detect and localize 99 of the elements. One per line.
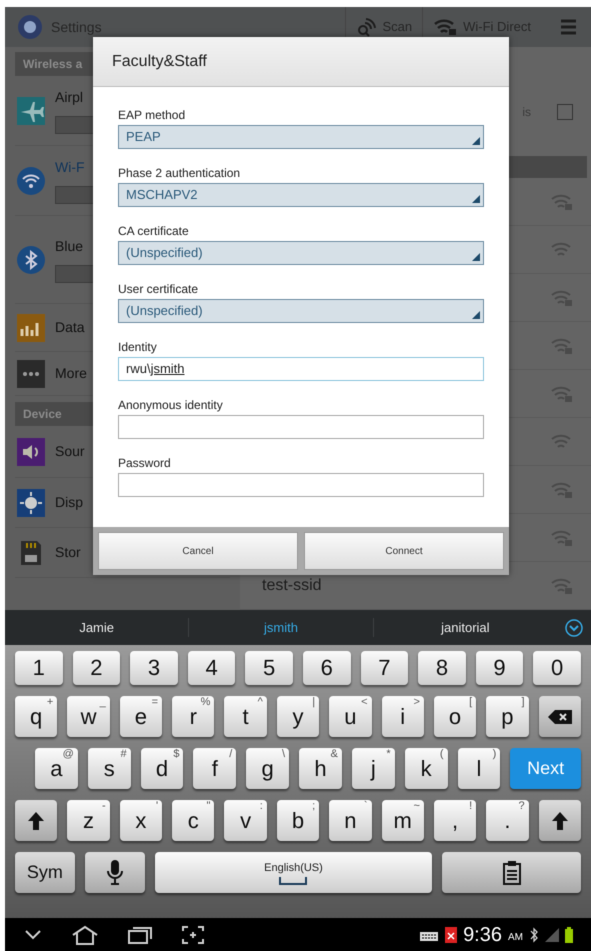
dialog-button[interactable]: Cancel: [98, 532, 298, 570]
input-field[interactable]: rwu\jsmith: [118, 357, 484, 381]
dropdown[interactable]: (Unspecified): [118, 241, 484, 265]
clock-time: 9:36: [463, 922, 502, 948]
dropdown-arrow-icon: [472, 253, 480, 261]
speaker-icon: [17, 438, 45, 466]
shift-arrow-icon: [552, 812, 568, 830]
chevron-down-icon[interactable]: [23, 928, 43, 942]
section-header: Device: [23, 406, 62, 423]
key[interactable]: 2: [72, 651, 120, 685]
checkbox[interactable]: [557, 104, 573, 120]
key[interactable]: 1: [15, 651, 63, 685]
microphone-icon: [106, 860, 123, 886]
key[interactable]: c ": [172, 800, 214, 841]
shift-arrow-icon: [28, 812, 44, 830]
key[interactable]: z -: [67, 800, 110, 841]
suggestion[interactable]: jsmith: [264, 618, 298, 638]
key[interactable]: f /: [193, 748, 236, 789]
section-header: Wireless a: [23, 56, 82, 73]
backspace-key[interactable]: [538, 696, 581, 737]
key[interactable]: t ^: [224, 696, 267, 737]
key[interactable]: 5: [245, 651, 293, 685]
screenshot-icon[interactable]: [181, 924, 205, 944]
key[interactable]: l ): [458, 748, 500, 789]
bluetooth-icon: [529, 926, 539, 942]
field-label: Phase 2 authentication: [118, 165, 240, 182]
dropdown[interactable]: PEAP: [118, 125, 484, 149]
space-bar-icon: [279, 876, 308, 885]
signal-icon: [545, 928, 559, 942]
clipboard-key[interactable]: [442, 852, 581, 893]
wifi-direct-icon: [433, 18, 458, 36]
key[interactable]: j *: [352, 748, 395, 789]
key[interactable]: n `: [329, 800, 372, 841]
key[interactable]: 7: [360, 651, 408, 685]
dropdown-arrow-icon: [472, 195, 480, 203]
more-icon: [17, 360, 45, 388]
key[interactable]: 3: [130, 651, 178, 685]
shift-key[interactable]: [538, 800, 581, 841]
field-label: Password: [118, 455, 171, 472]
key[interactable]: k (: [404, 748, 448, 789]
symbols-key[interactable]: Sym: [15, 852, 75, 893]
wifi-icon: [17, 166, 45, 194]
key[interactable]: q +: [15, 696, 58, 737]
key[interactable]: a @: [35, 748, 78, 789]
key[interactable]: p ]: [486, 696, 529, 737]
key[interactable]: 6: [302, 651, 351, 685]
home-icon[interactable]: [71, 924, 99, 944]
key[interactable]: v :: [224, 800, 267, 841]
key[interactable]: d $: [140, 748, 184, 789]
space-key[interactable]: English(US): [154, 852, 432, 893]
dropdown[interactable]: MSCHAPV2: [118, 183, 484, 207]
chart-icon: [17, 314, 45, 342]
key[interactable]: u <: [329, 696, 372, 737]
password-field[interactable]: [118, 473, 484, 497]
key[interactable]: h &: [299, 748, 342, 789]
settings-app-icon: [17, 14, 43, 40]
field-label: Anonymous identity: [118, 397, 223, 414]
field-label: CA certificate: [118, 223, 189, 240]
battery-icon: [565, 926, 573, 942]
key[interactable]: s #: [88, 748, 131, 789]
suggestion[interactable]: janitorial: [441, 618, 490, 638]
suggestion[interactable]: Jamie: [79, 618, 114, 638]
key[interactable]: r %: [172, 696, 214, 737]
clock-meridiem: AM: [508, 931, 523, 945]
key[interactable]: m ~: [382, 800, 424, 841]
input-field[interactable]: [118, 415, 484, 439]
microphone-key[interactable]: [84, 852, 145, 893]
file-error-icon: [445, 926, 458, 942]
key[interactable]: . ?: [486, 800, 529, 841]
field-label: EAP method: [118, 107, 186, 124]
clipboard-icon: [502, 860, 521, 884]
key[interactable]: 0: [533, 651, 581, 685]
backspace-icon: [548, 710, 572, 724]
key[interactable]: y |: [276, 696, 320, 737]
key[interactable]: e =: [120, 696, 162, 737]
scan-icon: [356, 17, 376, 37]
key[interactable]: o [: [434, 696, 476, 737]
key[interactable]: i >: [382, 696, 424, 737]
dialog-button[interactable]: Connect: [304, 532, 504, 570]
key[interactable]: x ': [120, 800, 162, 841]
bluetooth-icon: [17, 246, 45, 274]
field-label: Identity: [118, 339, 157, 356]
brightness-icon: [17, 488, 45, 516]
key[interactable]: g \: [246, 748, 290, 789]
key[interactable]: 4: [188, 651, 236, 685]
key[interactable]: b ;: [276, 800, 320, 841]
key[interactable]: , !: [434, 800, 476, 841]
recent-apps-icon[interactable]: [127, 924, 153, 944]
key[interactable]: 8: [418, 651, 466, 685]
dialog-title: Faculty&Staff: [112, 52, 207, 72]
dropdown-arrow-icon: [472, 311, 480, 319]
shift-key[interactable]: [15, 800, 58, 841]
dropdown-arrow-icon: [472, 137, 480, 145]
airplane-icon: [17, 96, 45, 124]
expand-suggestions-icon[interactable]: [564, 618, 583, 636]
dropdown[interactable]: (Unspecified): [118, 299, 484, 323]
key[interactable]: w _: [67, 696, 110, 737]
key[interactable]: 9: [476, 651, 524, 685]
field-label: User certificate: [118, 281, 198, 298]
